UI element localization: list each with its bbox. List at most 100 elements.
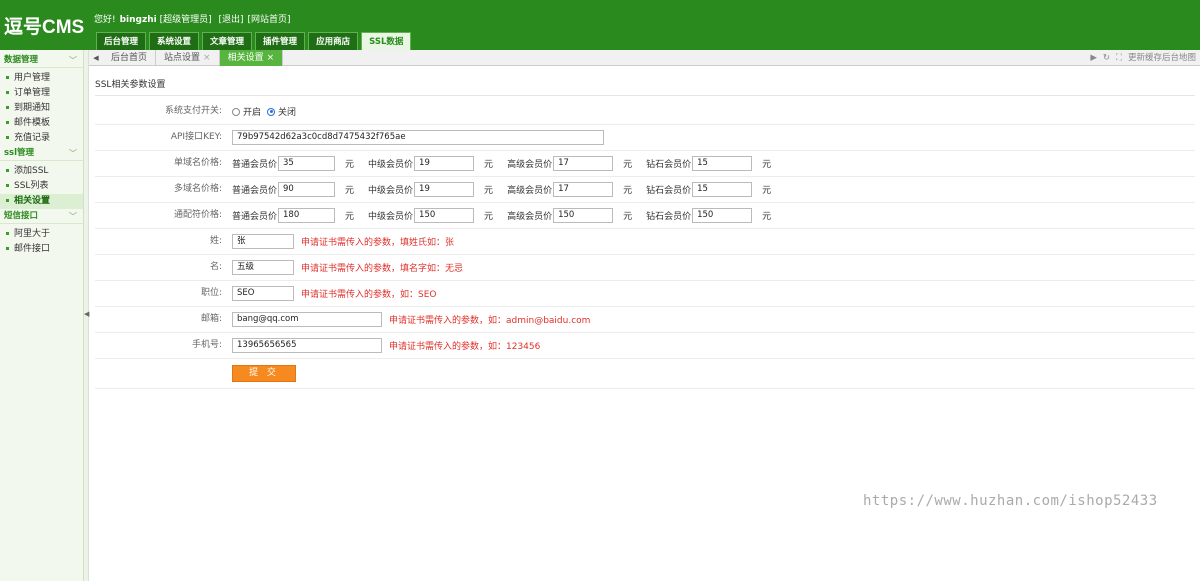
price-multi-high-input[interactable]: 17 (553, 182, 614, 197)
price-wildcard-diamond-input[interactable]: 150 (692, 208, 753, 223)
surname-hint: 申请证书需传入的参数，填姓氏如：张 (301, 238, 455, 248)
sidebar-item-expiry[interactable]: 到期通知 (0, 101, 83, 116)
price-multi-diamond-input[interactable]: 15 (692, 182, 753, 197)
tab-bar: ◀ 后台首页 站点设置 × 相关设置 × ▶ ↻ ⛶ 更新缓存后台地图 (89, 50, 1200, 66)
site-home-link[interactable]: [网站首页] (248, 15, 291, 25)
given-name-hint: 申请证书需传入的参数，填名字如：无忌 (301, 264, 464, 274)
row-given-name: 名: 五级 申请证书需传入的参数，填名字如：无忌 (95, 255, 1195, 281)
chevron-down-icon: ﹀ (69, 56, 77, 65)
submit-button[interactable]: 提 交 (232, 365, 296, 382)
logout-link[interactable]: [退出] (219, 15, 244, 25)
app-header: 逗号CMS 您好! bingzhi [超级管理员] [退出] [网站首页] 后台管理… (0, 0, 1200, 50)
bullet-icon (6, 106, 9, 109)
radio-circle-icon (232, 107, 240, 116)
price-wildcard-high-input[interactable]: 150 (553, 208, 614, 223)
surname-label: 姓: (209, 236, 222, 246)
pay-switch-label: 系统支付开关: (164, 106, 222, 116)
row-phone: 手机号: 13965656565 申请证书需传入的参数，如：123456 (95, 333, 1195, 359)
row-price-wildcard: 通配符价格: 普通会员价 180 元 中级会员价 150 元 高级会员价 150 元 钻石会… (95, 203, 1195, 229)
row-pay-switch: 系统支付开关: 开启 关闭 (95, 99, 1195, 125)
chevron-down-icon: ﹀ (69, 212, 77, 221)
username: bingzhi (119, 15, 157, 25)
price-wildcard-mid-input[interactable]: 150 (414, 208, 475, 223)
row-api-key: API接口KEY: 79b97542d62a3c0cd8d7475432f765… (95, 125, 1195, 151)
bullet-icon (6, 91, 9, 94)
position-input[interactable]: SEO (232, 286, 294, 301)
user-role: [超级管理员] (159, 15, 212, 25)
top-tab-admin[interactable]: 后台管理 (96, 32, 147, 50)
bullet-icon (6, 136, 9, 139)
bullet-icon (6, 199, 9, 202)
position-hint: 申请证书需传入的参数，如：SEO (301, 290, 437, 300)
sidebar-item-add-ssl[interactable]: 添加SSL (0, 164, 83, 179)
price-single-label: 单域名价格: (173, 158, 222, 168)
top-tab-plugins[interactable]: 插件管理 (255, 32, 306, 50)
sidebar-item-recharge[interactable]: 充值记录 (0, 131, 83, 146)
tab-scroll-left-icon[interactable]: ◀ (91, 50, 101, 66)
tab-tools: ▶ ↻ ⛶ 更新缓存后台地图 (1090, 50, 1196, 66)
price-multi-label: 多域名价格: (173, 184, 222, 194)
bullet-icon (6, 169, 9, 172)
phone-input[interactable]: 13965656565 (232, 338, 382, 353)
price-single-high-input[interactable]: 17 (553, 156, 614, 171)
row-surname: 姓: 张 申请证书需传入的参数，填姓氏如：张 (95, 229, 1195, 255)
radio-pay-off[interactable]: 关闭 (267, 105, 296, 118)
sidebar-item-mail-template[interactable]: 邮件模板 (0, 116, 83, 131)
given-name-label: 名: (209, 262, 222, 272)
row-email: 邮箱: bang@qq.com 申请证书需传入的参数，如：admin@baidu… (95, 307, 1195, 333)
price-single-mid-input[interactable]: 19 (414, 156, 475, 171)
price-wildcard-label: 通配符价格: (173, 210, 222, 220)
cache-map-link[interactable]: 更新缓存后台地图 (1128, 50, 1196, 66)
price-single-normal-input[interactable]: 35 (278, 156, 336, 171)
tab-related-settings[interactable]: 相关设置 × (219, 50, 284, 66)
chevron-down-icon: ﹀ (69, 149, 77, 158)
api-key-label: API接口KEY: (170, 132, 222, 142)
given-name-input[interactable]: 五级 (232, 260, 294, 275)
row-position: 职位: SEO 申请证书需传入的参数，如：SEO (95, 281, 1195, 307)
top-tab-ssl[interactable]: SSL数据 (361, 32, 412, 50)
sidebar-group-sms[interactable]: 短信接口 ﹀ (0, 209, 83, 224)
tab-scroll-right-icon[interactable]: ▶ (1090, 50, 1097, 66)
phone-label: 手机号: (191, 340, 222, 350)
bullet-icon (6, 232, 9, 235)
price-multi-mid-input[interactable]: 19 (414, 182, 475, 197)
price-multi-normal-input[interactable]: 90 (278, 182, 336, 197)
refresh-icon[interactable]: ↻ (1103, 50, 1110, 66)
sidebar-item-mail-api[interactable]: 邮件接口 (0, 242, 83, 257)
bullet-icon (6, 184, 9, 187)
bullet-icon (6, 121, 9, 124)
row-price-multi: 多域名价格: 普通会员价 90 元 中级会员价 19 元 高级会员价 17 元 钻石会员价 1… (95, 177, 1195, 203)
sidebar-item-orders[interactable]: 订单管理 (0, 86, 83, 101)
top-tab-system[interactable]: 系统设置 (149, 32, 200, 50)
sidebar-item-users[interactable]: 用户管理 (0, 71, 83, 86)
row-price-single: 单域名价格: 普通会员价 35 元 中级会员价 19 元 高级会员价 17 元 钻石会员价 1… (95, 151, 1195, 177)
page-title: SSL相关参数设置 (95, 80, 166, 90)
logo: 逗号CMS (4, 17, 85, 38)
sidebar-item-alidayu[interactable]: 阿里大于 (0, 227, 83, 242)
phone-hint: 申请证书需传入的参数，如：123456 (389, 342, 541, 352)
price-wildcard-normal-input[interactable]: 180 (278, 208, 336, 223)
bullet-icon (6, 247, 9, 250)
email-hint: 申请证书需传入的参数，如：admin@baidu.com (389, 316, 591, 326)
welcome-bar: 您好! bingzhi [超级管理员] [退出] [网站首页] (94, 12, 295, 25)
price-single-diamond-input[interactable]: 15 (692, 156, 753, 171)
radio-pay-on[interactable]: 开启 (232, 105, 261, 118)
close-icon[interactable]: × (203, 53, 211, 63)
email-label: 邮箱: (200, 314, 222, 324)
sidebar-item-ssl-list[interactable]: SSL列表 (0, 179, 83, 194)
api-key-input[interactable]: 79b97542d62a3c0cd8d7475432f765ae (232, 130, 604, 145)
tab-site-settings[interactable]: 站点设置 × (156, 50, 220, 66)
sidebar-group-data[interactable]: 数据管理 ﹀ (0, 53, 83, 68)
sidebar-group-ssl[interactable]: ssl管理 ﹀ (0, 146, 83, 161)
top-tab-articles[interactable]: 文章管理 (202, 32, 253, 50)
close-icon[interactable]: × (267, 53, 275, 63)
sitemap-icon[interactable]: ⛶ (1116, 50, 1122, 66)
email-input[interactable]: bang@qq.com (232, 312, 382, 327)
sidebar-item-settings[interactable]: 相关设置 (0, 194, 83, 209)
sidebar: 数据管理 ﹀ 用户管理 订单管理 到期通知 邮件模板 充值记录 ssl管理 ﹀ 添加… (0, 50, 84, 581)
surname-input[interactable]: 张 (232, 234, 294, 249)
tab-home[interactable]: 后台首页 (103, 50, 157, 66)
top-tab-store[interactable]: 应用商店 (308, 32, 359, 50)
greeting: 您好! (94, 15, 116, 25)
position-label: 职位: (200, 288, 222, 298)
